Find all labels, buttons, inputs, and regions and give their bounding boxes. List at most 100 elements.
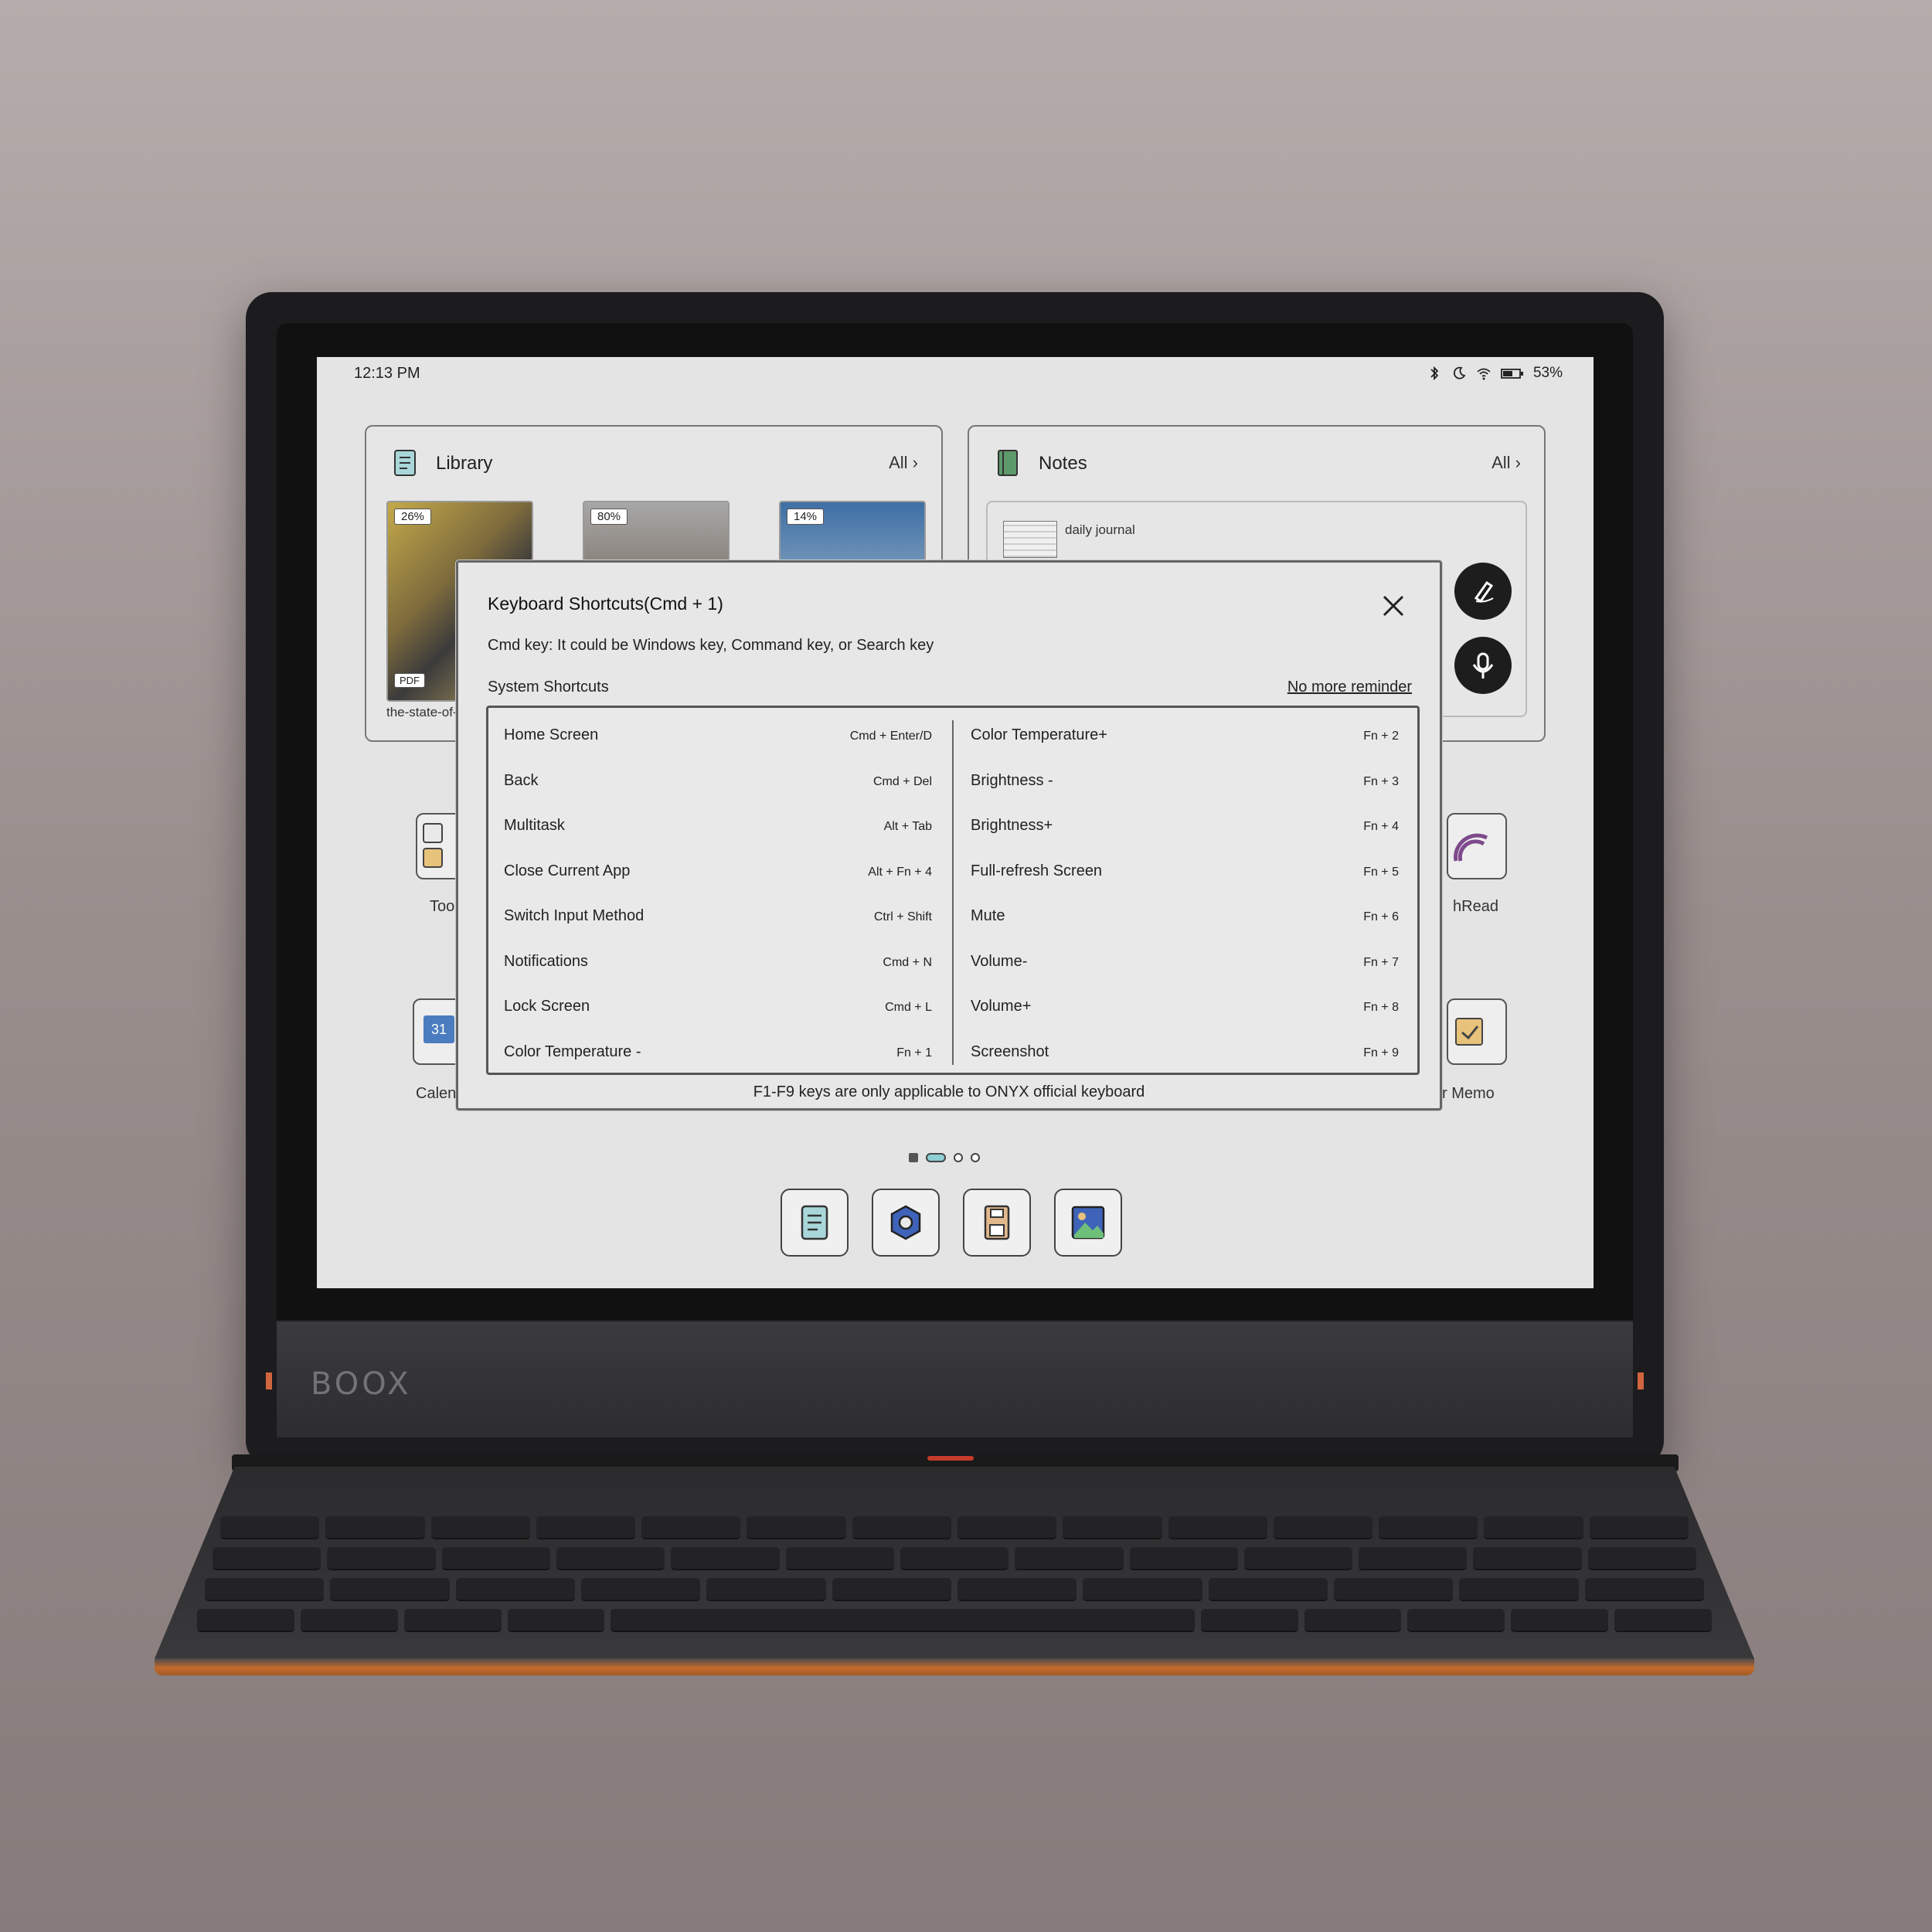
key[interactable] bbox=[300, 1609, 398, 1632]
key[interactable] bbox=[1168, 1516, 1267, 1539]
shortcut-column-right: Color Temperature+ Fn + 2 Brightness - Fn … bbox=[955, 714, 1411, 1076]
notes-all-label: All bbox=[1492, 453, 1511, 472]
key[interactable] bbox=[580, 1578, 701, 1601]
key[interactable] bbox=[197, 1609, 294, 1632]
no-more-reminder-link[interactable]: No more reminder bbox=[1287, 679, 1412, 696]
key[interactable] bbox=[1208, 1578, 1328, 1601]
shortcut-keys: Fn + 5 bbox=[1363, 865, 1399, 879]
shortcut-row: Lock Screen Cmd + L bbox=[488, 985, 944, 1031]
dock-library-button[interactable] bbox=[781, 1189, 849, 1257]
key[interactable] bbox=[441, 1547, 550, 1570]
key[interactable] bbox=[455, 1578, 575, 1601]
key[interactable] bbox=[1243, 1547, 1353, 1570]
storage-icon bbox=[984, 1205, 1010, 1240]
shortcut-row: Switch Input Method Ctrl + Shift bbox=[488, 895, 944, 940]
shortcut-table: Home Screen Cmd + Enter/D Back Cmd + Del M… bbox=[486, 706, 1420, 1075]
key[interactable] bbox=[957, 1516, 1057, 1539]
shortcut-keys: Alt + Tab bbox=[883, 820, 932, 833]
page-dot-active[interactable] bbox=[926, 1153, 946, 1162]
key[interactable] bbox=[325, 1516, 425, 1539]
app-label-calendar: Calen bbox=[416, 1085, 457, 1102]
key[interactable] bbox=[1015, 1547, 1124, 1570]
key[interactable] bbox=[1063, 1516, 1162, 1539]
key[interactable] bbox=[205, 1578, 325, 1601]
dock-storage-button[interactable] bbox=[963, 1189, 1031, 1257]
library-all-link[interactable]: All › bbox=[889, 453, 918, 473]
shortcut-name: Home Screen bbox=[504, 726, 599, 743]
shortcut-keys: Fn + 1 bbox=[896, 1046, 932, 1060]
shortcut-row: Volume+ Fn + 8 bbox=[955, 985, 1411, 1031]
key[interactable] bbox=[507, 1609, 605, 1632]
key[interactable] bbox=[641, 1516, 741, 1539]
page-dot[interactable] bbox=[954, 1153, 963, 1162]
key[interactable] bbox=[1584, 1578, 1704, 1601]
page-indicator[interactable] bbox=[909, 1153, 980, 1162]
shortcut-row: Color Temperature+ Fn + 2 bbox=[955, 714, 1411, 760]
key[interactable] bbox=[671, 1547, 780, 1570]
key[interactable] bbox=[1379, 1516, 1478, 1539]
column-divider bbox=[952, 720, 954, 1065]
key[interactable] bbox=[1473, 1547, 1582, 1570]
key[interactable] bbox=[403, 1609, 502, 1632]
app-label-neoread: hRead bbox=[1453, 898, 1498, 915]
settings-icon bbox=[890, 1205, 921, 1240]
key[interactable] bbox=[1304, 1609, 1402, 1632]
notes-all-link[interactable]: All › bbox=[1492, 453, 1521, 473]
progress-badge: 14% bbox=[787, 509, 825, 525]
shortcut-keys: Cmd + Del bbox=[872, 774, 932, 788]
key[interactable] bbox=[1359, 1547, 1468, 1570]
voice-note-button[interactable] bbox=[1454, 637, 1512, 694]
key[interactable] bbox=[556, 1547, 665, 1570]
key[interactable] bbox=[747, 1516, 846, 1539]
dock-gallery-button[interactable] bbox=[1054, 1189, 1122, 1257]
key[interactable] bbox=[1484, 1516, 1583, 1539]
key[interactable] bbox=[785, 1547, 894, 1570]
new-handwriting-note-button[interactable] bbox=[1454, 563, 1512, 620]
shortcut-name: Volume+ bbox=[971, 998, 1032, 1015]
key[interactable] bbox=[957, 1578, 1077, 1601]
notebook-icon bbox=[998, 450, 1018, 476]
shortcut-name: Close Current App bbox=[504, 862, 631, 879]
key[interactable] bbox=[1200, 1609, 1298, 1632]
key[interactable] bbox=[1129, 1547, 1238, 1570]
shortcut-keys: Fn + 7 bbox=[1363, 955, 1399, 969]
key[interactable] bbox=[1589, 1516, 1689, 1539]
shortcut-name: Brightness - bbox=[971, 771, 1053, 789]
app-tile-neoread[interactable] bbox=[1447, 813, 1507, 879]
library-icon bbox=[801, 1205, 828, 1240]
key[interactable] bbox=[213, 1547, 321, 1570]
key[interactable] bbox=[536, 1516, 636, 1539]
shortcut-keys: Fn + 8 bbox=[1363, 1001, 1399, 1014]
app-tile-memo[interactable] bbox=[1447, 998, 1507, 1065]
key[interactable] bbox=[1587, 1547, 1697, 1570]
key[interactable] bbox=[1333, 1578, 1454, 1601]
key[interactable] bbox=[327, 1547, 436, 1570]
shortcut-row: Home Screen Cmd + Enter/D bbox=[488, 714, 944, 760]
page-dot[interactable] bbox=[971, 1153, 980, 1162]
key[interactable] bbox=[900, 1547, 1009, 1570]
shortcut-row: Multitask Alt + Tab bbox=[488, 804, 944, 850]
key[interactable] bbox=[1459, 1578, 1579, 1601]
key[interactable] bbox=[330, 1578, 450, 1601]
key[interactable] bbox=[1614, 1609, 1712, 1632]
keyboard-keys bbox=[197, 1516, 1712, 1640]
spacebar-key[interactable] bbox=[611, 1609, 1195, 1632]
key[interactable] bbox=[1273, 1516, 1373, 1539]
key[interactable] bbox=[1511, 1609, 1609, 1632]
close-icon[interactable] bbox=[1379, 592, 1407, 620]
key[interactable] bbox=[852, 1516, 951, 1539]
key[interactable] bbox=[832, 1578, 951, 1601]
app-tile-tools[interactable] bbox=[416, 813, 462, 879]
key-row-3 bbox=[205, 1578, 1704, 1601]
key[interactable] bbox=[430, 1516, 530, 1539]
key[interactable] bbox=[1083, 1578, 1202, 1601]
notes-title: Notes bbox=[1039, 453, 1087, 474]
key[interactable] bbox=[706, 1578, 826, 1601]
microphone-icon bbox=[1472, 652, 1494, 679]
dock-settings-button[interactable] bbox=[872, 1189, 940, 1257]
page-dot-grid[interactable] bbox=[909, 1153, 918, 1162]
key[interactable] bbox=[1407, 1609, 1505, 1632]
shortcut-keys: Cmd + L bbox=[885, 1001, 932, 1014]
key[interactable] bbox=[220, 1516, 320, 1539]
shortcut-row: Brightness - Fn + 3 bbox=[955, 760, 1411, 805]
